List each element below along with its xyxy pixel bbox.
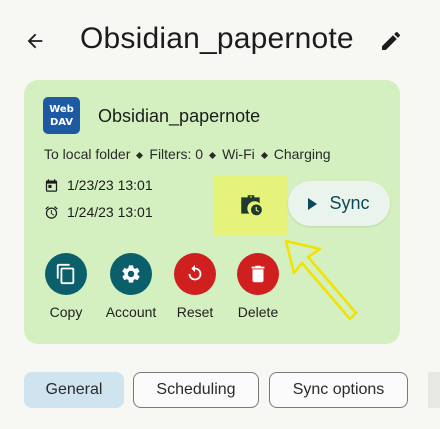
annotation-arrow bbox=[284, 239, 358, 321]
webdav-logo: Web DAV bbox=[43, 97, 80, 134]
calendar-icon bbox=[45, 178, 58, 192]
separator-dot bbox=[260, 151, 268, 159]
last-sync-time: 1/23/23 13:01 bbox=[67, 177, 153, 193]
briefcase-clock-icon bbox=[240, 195, 262, 216]
reset-icon bbox=[188, 264, 202, 281]
power-text: Charging bbox=[273, 146, 331, 162]
play-icon bbox=[308, 197, 318, 210]
tab-general[interactable]: General bbox=[24, 372, 124, 408]
pencil-icon bbox=[382, 32, 400, 50]
reset-button[interactable] bbox=[174, 253, 216, 295]
trash-icon bbox=[251, 265, 265, 283]
delete-action[interactable]: Delete bbox=[228, 253, 288, 320]
next-sync-row: 1/24/23 13:01 bbox=[44, 204, 153, 220]
top-app-bar: Obsidian_papernote bbox=[0, 0, 440, 80]
arrow-left-icon bbox=[27, 33, 43, 49]
delete-button[interactable] bbox=[237, 253, 279, 295]
copy-button[interactable] bbox=[45, 253, 87, 295]
webdav-logo-line2: DAV bbox=[49, 116, 74, 128]
reset-action[interactable]: Reset bbox=[165, 253, 225, 320]
copy-icon bbox=[56, 263, 75, 285]
network-text: Wi-Fi bbox=[222, 146, 255, 162]
profile-info-line: To local folder Filters: 0 Wi-Fi Charging bbox=[44, 146, 331, 162]
sync-button-label: Sync bbox=[329, 193, 370, 213]
target-text: To local folder bbox=[44, 146, 131, 162]
last-sync-row: 1/23/23 13:01 bbox=[44, 177, 153, 193]
gear-icon bbox=[122, 265, 140, 283]
account-label: Account bbox=[105, 304, 157, 320]
webdav-logo-line1: Web bbox=[49, 103, 74, 115]
copy-action[interactable]: Copy bbox=[36, 253, 96, 320]
edit-button[interactable] bbox=[376, 26, 406, 56]
page-title: Obsidian_papernote bbox=[80, 22, 354, 55]
separator-dot bbox=[136, 151, 144, 159]
tab-sync-options[interactable]: Sync options bbox=[269, 372, 408, 408]
back-button[interactable] bbox=[20, 26, 50, 56]
next-sync-time: 1/24/23 13:01 bbox=[67, 204, 153, 220]
reset-label: Reset bbox=[176, 304, 214, 320]
separator-dot bbox=[209, 151, 217, 159]
tab-scheduling[interactable]: Scheduling bbox=[133, 372, 259, 408]
delete-label: Delete bbox=[237, 304, 279, 320]
alarm-clock-icon bbox=[45, 205, 58, 219]
account-action[interactable]: Account bbox=[101, 253, 161, 320]
scheduled-status-highlight[interactable] bbox=[213, 175, 288, 235]
account-button[interactable] bbox=[110, 253, 152, 295]
scroll-edge-shade bbox=[428, 372, 440, 408]
sync-button[interactable]: Sync bbox=[288, 181, 390, 226]
filters-text: Filters: 0 bbox=[149, 146, 204, 162]
profile-name: Obsidian_papernote bbox=[98, 106, 261, 126]
copy-label: Copy bbox=[49, 304, 83, 320]
tab-bar: General Scheduling Sync options bbox=[0, 372, 440, 412]
